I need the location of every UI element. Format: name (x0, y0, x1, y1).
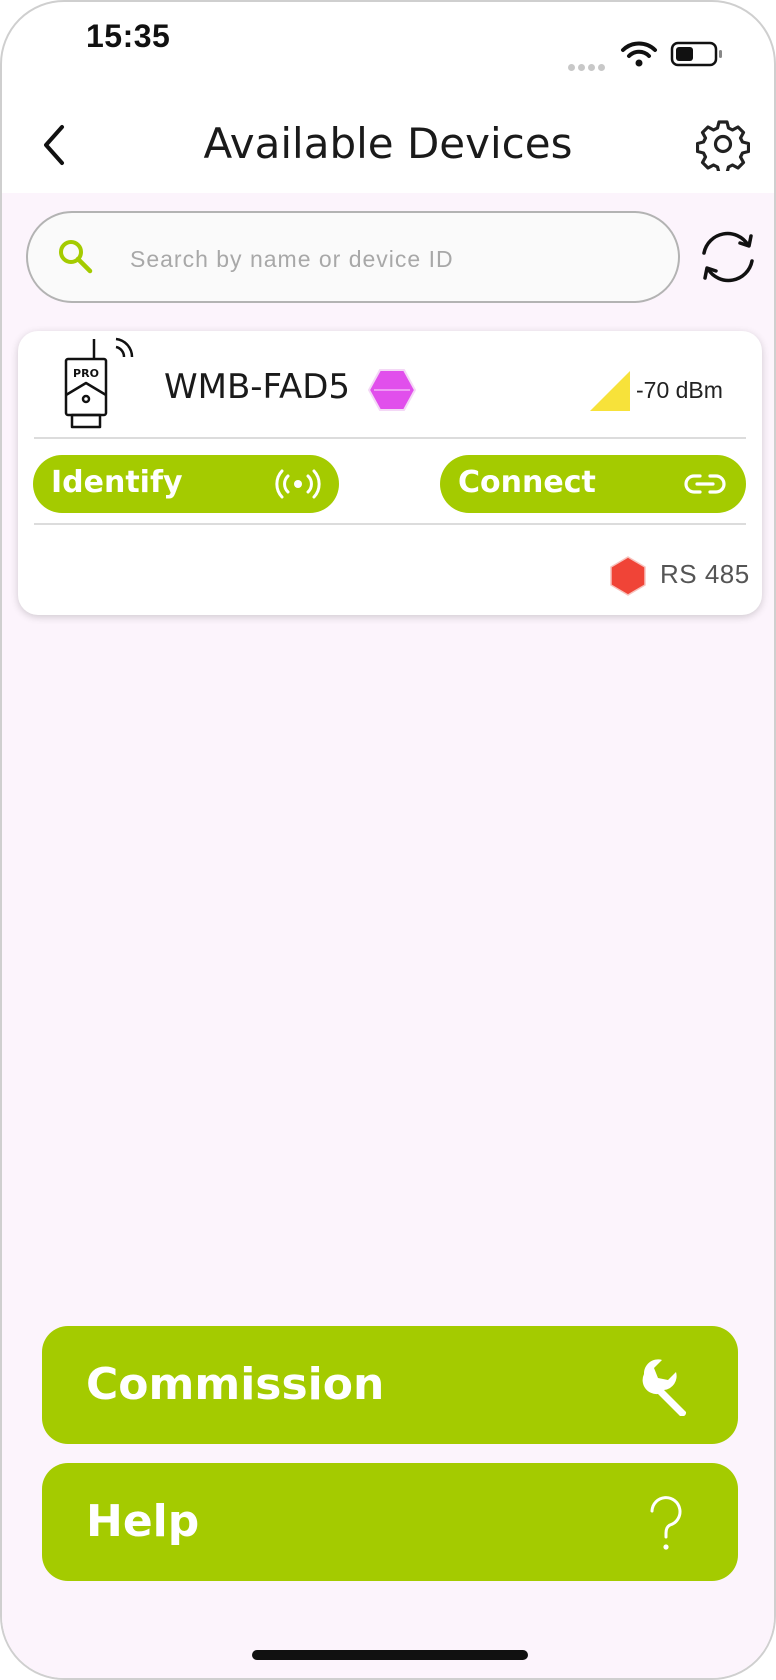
refresh-icon[interactable] (694, 223, 762, 291)
svg-text:PRO: PRO (73, 367, 99, 380)
search-icon (59, 240, 93, 274)
commission-label: Commission (86, 1359, 385, 1410)
broadcast-icon (275, 469, 321, 499)
divider (34, 437, 746, 439)
link-icon (684, 474, 726, 494)
connect-label: Connect (458, 465, 596, 500)
identify-button[interactable]: Identify (33, 455, 339, 513)
home-indicator[interactable] (252, 1650, 528, 1660)
help-label: Help (86, 1496, 200, 1547)
status-bar: 15:35 (2, 2, 774, 82)
question-mark-icon (650, 1496, 682, 1550)
page-title: Available Devices (203, 119, 573, 168)
status-time: 15:35 (86, 18, 171, 54)
signal-strength-icon (590, 371, 630, 411)
signal-strength-value: -70 dBm (636, 377, 723, 403)
battery-icon (670, 41, 722, 67)
interface-badge-icon (610, 556, 646, 596)
device-name: WMB-FAD5 (164, 367, 351, 407)
cellular-dots-icon (568, 58, 608, 71)
wrench-icon (642, 1359, 687, 1416)
commission-button[interactable]: Commission (42, 1326, 738, 1444)
help-button[interactable]: Help (42, 1463, 738, 1581)
app-header: Available Devices (2, 97, 774, 193)
device-card[interactable]: PRO WMB-FAD5 -70 dBm Identify Connect RS… (18, 331, 762, 615)
device-list-area: PRO WMB-FAD5 -70 dBm Identify (2, 193, 774, 1678)
device-type-badge-icon (368, 369, 416, 411)
identify-label: Identify (51, 465, 183, 500)
search-input[interactable] (128, 233, 652, 285)
pro-device-wireless-icon: PRO (64, 337, 134, 429)
search-bar[interactable] (26, 211, 680, 303)
phone-screen: 15:35 Available Devices Search by name o… (0, 0, 776, 1680)
wifi-icon (621, 41, 657, 67)
divider (34, 523, 746, 525)
interface-label: RS 485 (660, 559, 750, 589)
gear-icon[interactable] (696, 117, 750, 171)
connect-button[interactable]: Connect (440, 455, 746, 513)
